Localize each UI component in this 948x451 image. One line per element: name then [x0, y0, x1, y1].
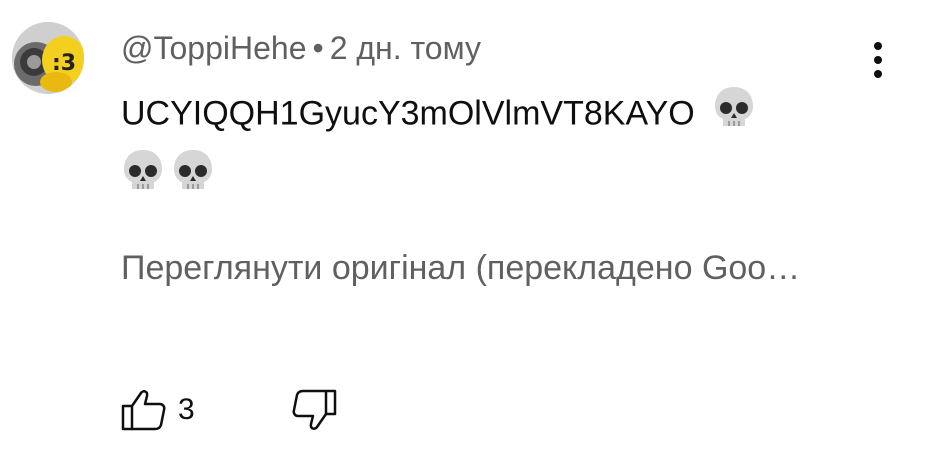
avatar-image: :3: [12, 22, 84, 94]
skull-emoji: [712, 84, 756, 147]
svg-text::3: :3: [52, 51, 76, 76]
thumb-up-icon: [121, 390, 166, 431]
comment-text: UCYIQQH1GyucY3mOlVlmVT8KAYO: [121, 84, 881, 210]
comment-header: @ToppiHehe • 2 дн. тому: [121, 28, 481, 68]
author-name[interactable]: @ToppiHehe: [121, 30, 306, 66]
skull-emoji: [121, 147, 165, 210]
skull-emoji: [171, 147, 215, 210]
comment-text-content: UCYIQQH1GyucY3mOlVlmVT8KAYO: [121, 94, 695, 133]
see-original-link[interactable]: Переглянути оригінал (перекладено Goo…: [121, 244, 941, 292]
thumb-down-icon: [292, 389, 337, 430]
like-button[interactable]: [120, 388, 168, 432]
more-vert-icon[interactable]: [858, 38, 898, 82]
comment-time[interactable]: 2 дн. тому: [330, 30, 481, 66]
comment-card: :3 @ToppiHehe • 2 дн. тому UCYIQQH1GyucY3m…: [0, 0, 948, 451]
dislike-button[interactable]: [290, 388, 338, 432]
like-count: 3: [178, 393, 195, 426]
avatar[interactable]: :3: [12, 22, 84, 94]
header-separator: •: [312, 30, 324, 66]
